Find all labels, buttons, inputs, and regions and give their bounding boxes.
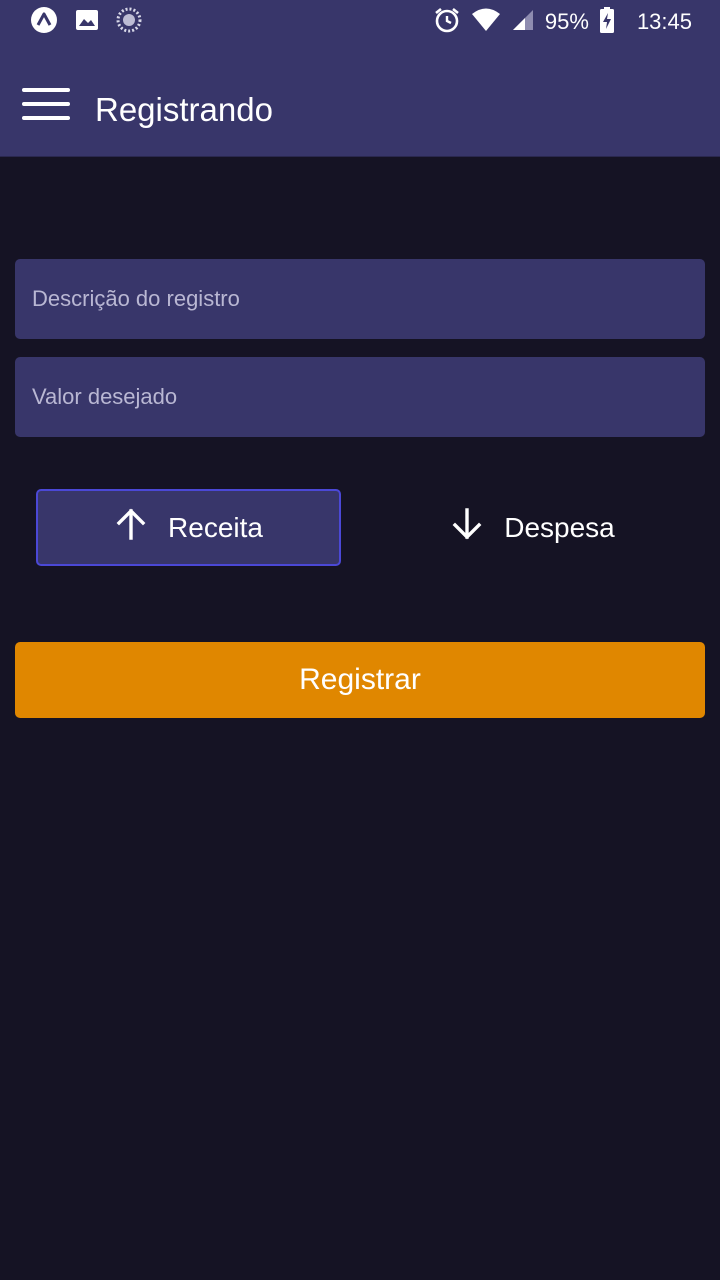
- battery-charging-icon: [599, 6, 615, 39]
- expense-type-label: Despesa: [504, 511, 615, 543]
- value-field: [15, 357, 705, 437]
- alarm-icon: [433, 6, 461, 39]
- expense-type-button[interactable]: Despesa: [380, 489, 685, 566]
- app-bar: Registrando: [0, 44, 720, 157]
- arrow-down-icon: [450, 507, 484, 548]
- wifi-icon: [471, 7, 501, 38]
- status-right-icons: 95% 13:45: [433, 6, 692, 38]
- description-input[interactable]: [15, 259, 705, 339]
- app-screen: 95% 13:45 Registrando Descrição do regis…: [0, 0, 720, 1280]
- description-field: [15, 259, 705, 339]
- image-notification-icon: [74, 7, 100, 38]
- income-type-label: Receita: [168, 511, 263, 543]
- hamburger-menu-icon: [20, 84, 72, 129]
- signal-icon: [511, 8, 535, 37]
- clock: 13:45: [636, 9, 692, 34]
- status-left-icons: [30, 6, 142, 39]
- register-button[interactable]: Registrar: [15, 642, 705, 718]
- page-title: Registrando: [95, 91, 273, 128]
- sync-notification-icon: [116, 7, 142, 38]
- app-notification-icon: [30, 6, 58, 39]
- register-button-label: Registrar: [299, 663, 421, 696]
- battery-percent: 95%: [544, 9, 589, 34]
- income-type-button[interactable]: Receita: [36, 489, 341, 566]
- menu-button[interactable]: [18, 84, 74, 128]
- arrow-up-icon: [114, 507, 148, 548]
- value-input[interactable]: [15, 357, 705, 437]
- status-bar: 95% 13:45: [0, 0, 720, 44]
